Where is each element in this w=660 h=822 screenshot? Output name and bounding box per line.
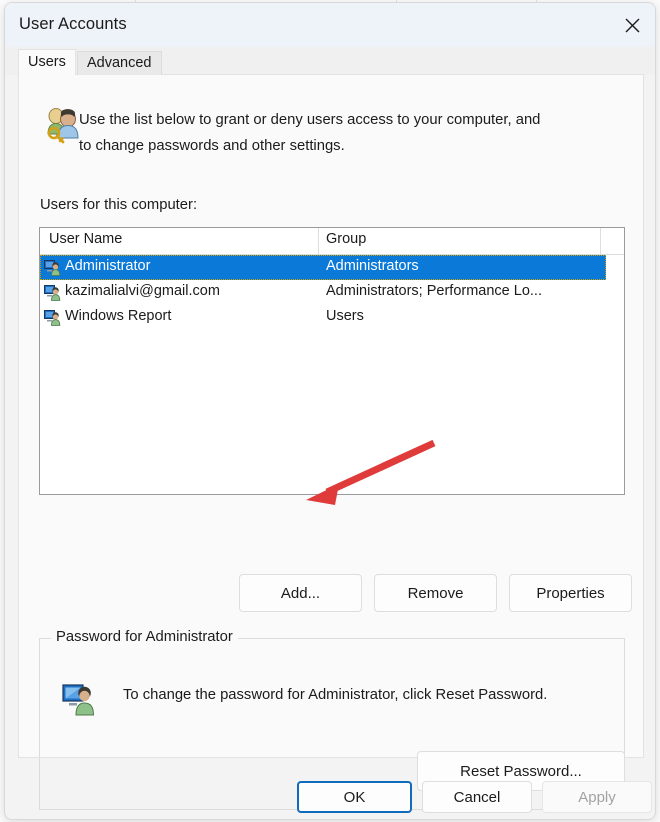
user-accounts-dialog: User Accounts Users Advanced Use the lis…	[4, 2, 656, 820]
add-button[interactable]: Add...	[239, 574, 362, 612]
cancel-button[interactable]: Cancel	[422, 781, 532, 813]
column-header-user-name[interactable]: User Name	[49, 231, 122, 247]
properties-button[interactable]: Properties	[509, 574, 632, 612]
close-button[interactable]	[609, 3, 655, 47]
cell-group: Administrators; Performance Lo...	[326, 283, 542, 299]
table-row[interactable]: kazimalialvi@gmail.com Administrators; P…	[40, 280, 624, 305]
tab-users[interactable]: Users	[18, 49, 76, 75]
column-divider[interactable]	[600, 228, 601, 254]
user-account-icon	[44, 309, 61, 326]
close-icon	[624, 17, 641, 34]
cell-user-name: kazimalialvi@gmail.com	[65, 283, 220, 299]
apply-button[interactable]: Apply	[542, 781, 652, 813]
password-group-title: Password for Administrator	[51, 629, 238, 645]
panel-description: Use the list below to grant or deny user…	[79, 112, 541, 154]
cell-group: Users	[326, 308, 364, 324]
users-list-label: Users for this computer:	[40, 197, 198, 213]
table-row[interactable]: Administrator Administrators	[40, 255, 606, 280]
window-title: User Accounts	[19, 15, 127, 33]
users-tab-panel: Use the list below to grant or deny user…	[18, 74, 644, 810]
cell-user-name: Administrator	[65, 258, 151, 274]
remove-button[interactable]: Remove	[374, 574, 497, 612]
list-header-row: User Name Group	[40, 228, 624, 255]
user-account-icon	[44, 284, 61, 301]
ok-button[interactable]: OK	[297, 781, 412, 813]
column-divider[interactable]	[318, 228, 319, 254]
title-bar: User Accounts	[5, 3, 655, 47]
tab-advanced[interactable]: Advanced	[77, 51, 162, 75]
tab-strip: Users Advanced	[5, 47, 655, 75]
password-group-description: To change the password for Administrator…	[123, 687, 548, 703]
list-body: Administrator Administrators kazimalialv…	[40, 255, 624, 494]
column-header-group[interactable]: Group	[326, 231, 366, 247]
user-account-icon	[62, 682, 96, 716]
users-list-view[interactable]: User Name Group Administrator Administra…	[39, 227, 625, 495]
cell-user-name: Windows Report	[65, 308, 172, 324]
table-row[interactable]: Windows Report Users	[40, 305, 624, 330]
user-account-icon	[44, 259, 61, 276]
cell-group: Administrators	[326, 258, 419, 274]
